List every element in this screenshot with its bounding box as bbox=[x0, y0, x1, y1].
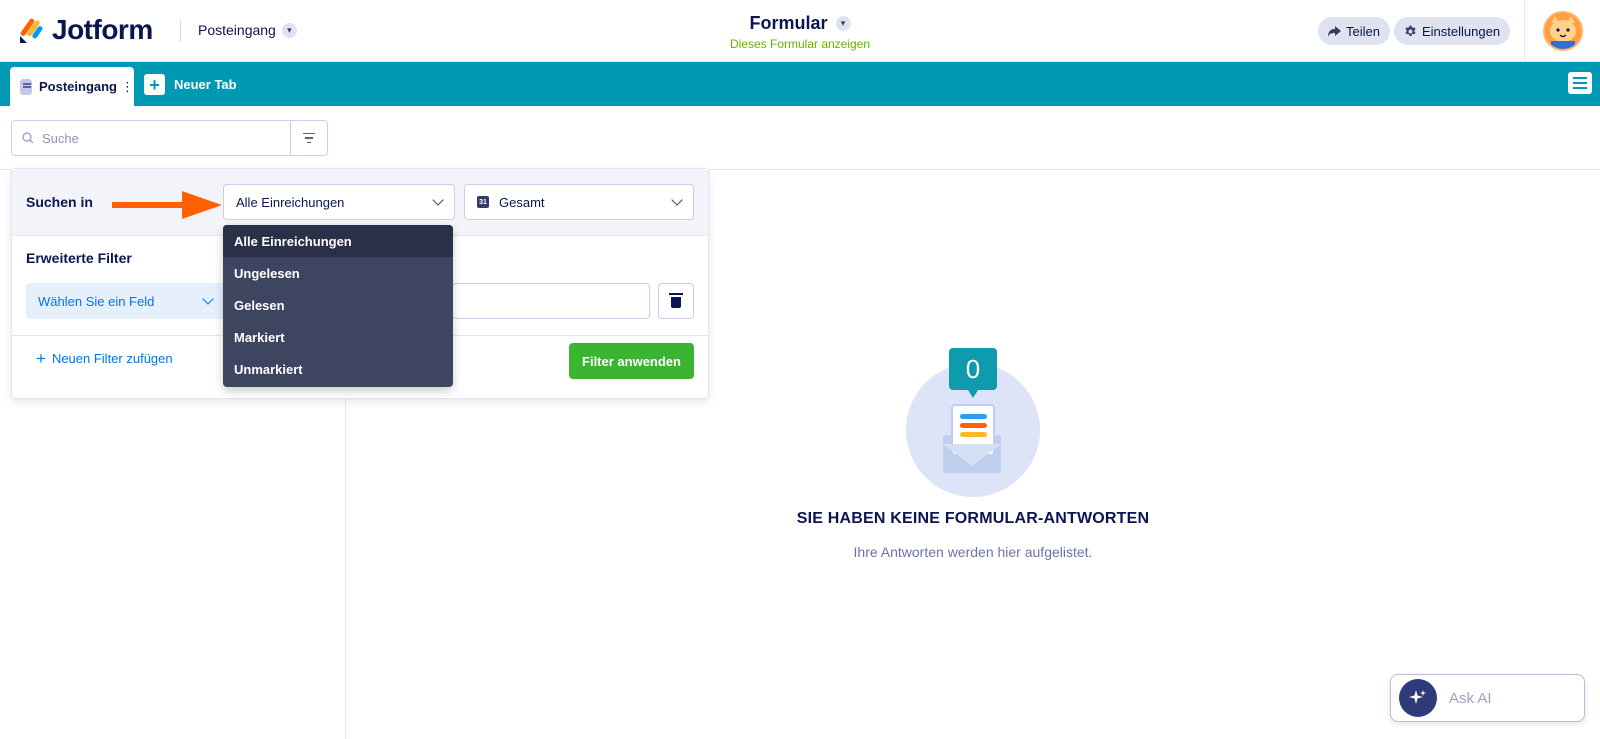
gear-icon bbox=[1405, 25, 1416, 36]
new-tab-label: Neuer Tab bbox=[174, 77, 237, 92]
share-arrow-icon bbox=[1328, 25, 1341, 37]
filter-toggle-button[interactable] bbox=[291, 120, 328, 156]
filter-value-input[interactable] bbox=[452, 283, 650, 319]
chevron-down-icon: ▾ bbox=[835, 16, 851, 31]
delete-filter-button[interactable] bbox=[658, 283, 694, 319]
tab-inbox-label: Posteingang bbox=[38, 79, 117, 94]
search-in-select[interactable]: Alle Einreichungen bbox=[223, 184, 455, 220]
empty-state-subtitle: Ihre Antworten werden hier aufgelistet. bbox=[853, 544, 1093, 560]
plus-icon: + bbox=[36, 349, 46, 368]
form-title-text: Formular bbox=[749, 13, 828, 33]
search-field[interactable] bbox=[11, 120, 291, 156]
chevron-down-icon bbox=[671, 194, 683, 206]
ask-ai-label: Ask AI bbox=[1449, 689, 1492, 707]
chevron-down-icon bbox=[432, 194, 444, 206]
avatar[interactable] bbox=[1543, 11, 1583, 51]
empty-inbox-illustration: 0 bbox=[903, 340, 1043, 500]
search-input[interactable] bbox=[42, 130, 272, 146]
dropdown-option[interactable]: Gelesen bbox=[223, 289, 453, 321]
share-button-label: Teilen bbox=[1346, 23, 1380, 39]
settings-button-label: Einstellungen bbox=[1422, 23, 1501, 39]
plus-icon: + bbox=[144, 74, 165, 95]
avatar-divider bbox=[1524, 0, 1525, 62]
filter-icon bbox=[303, 132, 315, 135]
ask-ai-button[interactable]: Ask AI bbox=[1390, 674, 1585, 722]
share-button[interactable]: Teilen bbox=[1318, 17, 1390, 45]
form-title[interactable]: Formular ▾ bbox=[749, 13, 851, 34]
orange-arrow-annotation bbox=[112, 191, 222, 219]
new-tab-button[interactable]: + Neuer Tab bbox=[144, 74, 237, 95]
tab-inbox[interactable]: Posteingang ⋮ bbox=[10, 67, 134, 106]
hamburger-icon[interactable] bbox=[1568, 72, 1592, 94]
search-icon bbox=[22, 132, 34, 144]
tab-bar: Posteingang ⋮ + Neuer Tab bbox=[0, 62, 1600, 106]
submission-count-badge: 0 bbox=[949, 348, 997, 398]
search-row bbox=[11, 120, 328, 156]
search-in-label: Suchen in bbox=[26, 194, 93, 210]
add-filter-label: Neuen Filter zufügen bbox=[51, 351, 173, 366]
date-range-value: Gesamt bbox=[499, 194, 545, 210]
dropdown-option[interactable]: Ungelesen bbox=[223, 257, 453, 289]
sparkle-icon bbox=[1399, 679, 1437, 717]
calendar-icon: 31 bbox=[477, 196, 489, 208]
inbox-tab-icon bbox=[20, 78, 32, 95]
settings-button[interactable]: Einstellungen bbox=[1394, 17, 1511, 45]
chevron-down-icon bbox=[202, 293, 214, 305]
top-bar: Jotform Posteingang ▾ Formular ▾ Dieses … bbox=[0, 0, 1600, 62]
avatar-face-icon bbox=[1545, 13, 1581, 49]
add-filter-button[interactable]: + Neuen Filter zufügen bbox=[36, 350, 173, 367]
search-in-value: Alle Einreichungen bbox=[236, 194, 345, 210]
date-range-select[interactable]: 31 Gesamt bbox=[464, 184, 694, 220]
trash-icon bbox=[669, 293, 683, 308]
field-select-placeholder: Wählen Sie ein Feld bbox=[38, 293, 155, 309]
empty-state-title: SIE HABEN KEINE FORMULAR-ANTWORTEN bbox=[796, 510, 1150, 527]
advanced-filters-label: Erweiterte Filter bbox=[26, 250, 132, 266]
dropdown-option[interactable]: Alle Einreichungen bbox=[223, 225, 453, 257]
tab-options-icon[interactable]: ⋮ bbox=[121, 79, 134, 95]
empty-state: 0 SIE HABEN KEINE FORMULAR-ANTWORTEN Ihr… bbox=[346, 340, 1600, 560]
field-select[interactable]: Wählen Sie ein Feld bbox=[26, 283, 226, 319]
